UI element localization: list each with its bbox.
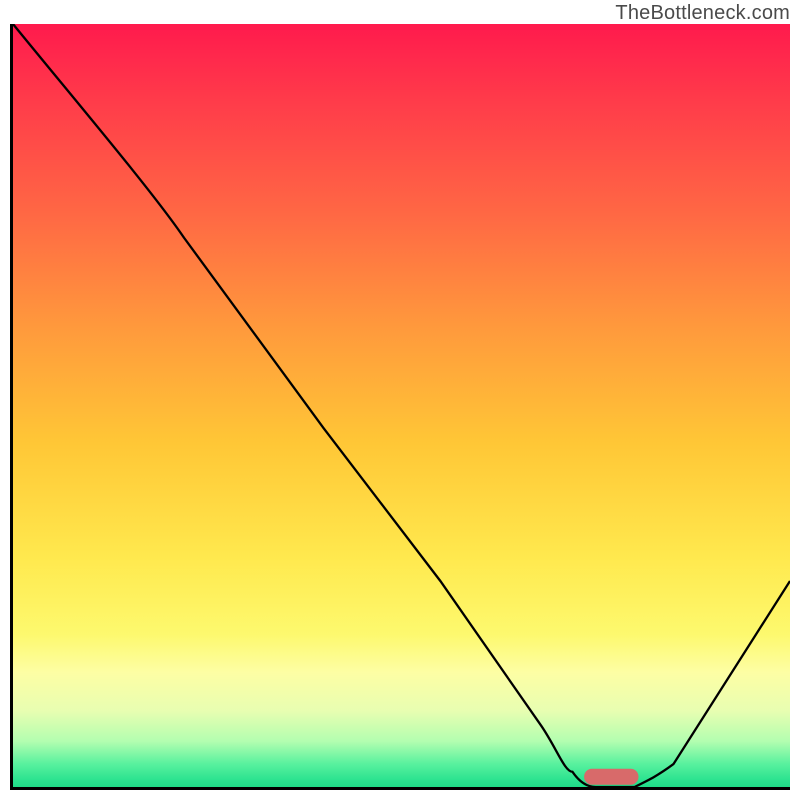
bottleneck-curve-path — [13, 24, 790, 787]
plot-area — [10, 24, 790, 790]
watermark-text: TheBottleneck.com — [615, 2, 790, 25]
bottleneck-chart: TheBottleneck.com — [0, 0, 800, 800]
curve-layer — [13, 24, 790, 787]
optimal-marker — [584, 769, 638, 785]
